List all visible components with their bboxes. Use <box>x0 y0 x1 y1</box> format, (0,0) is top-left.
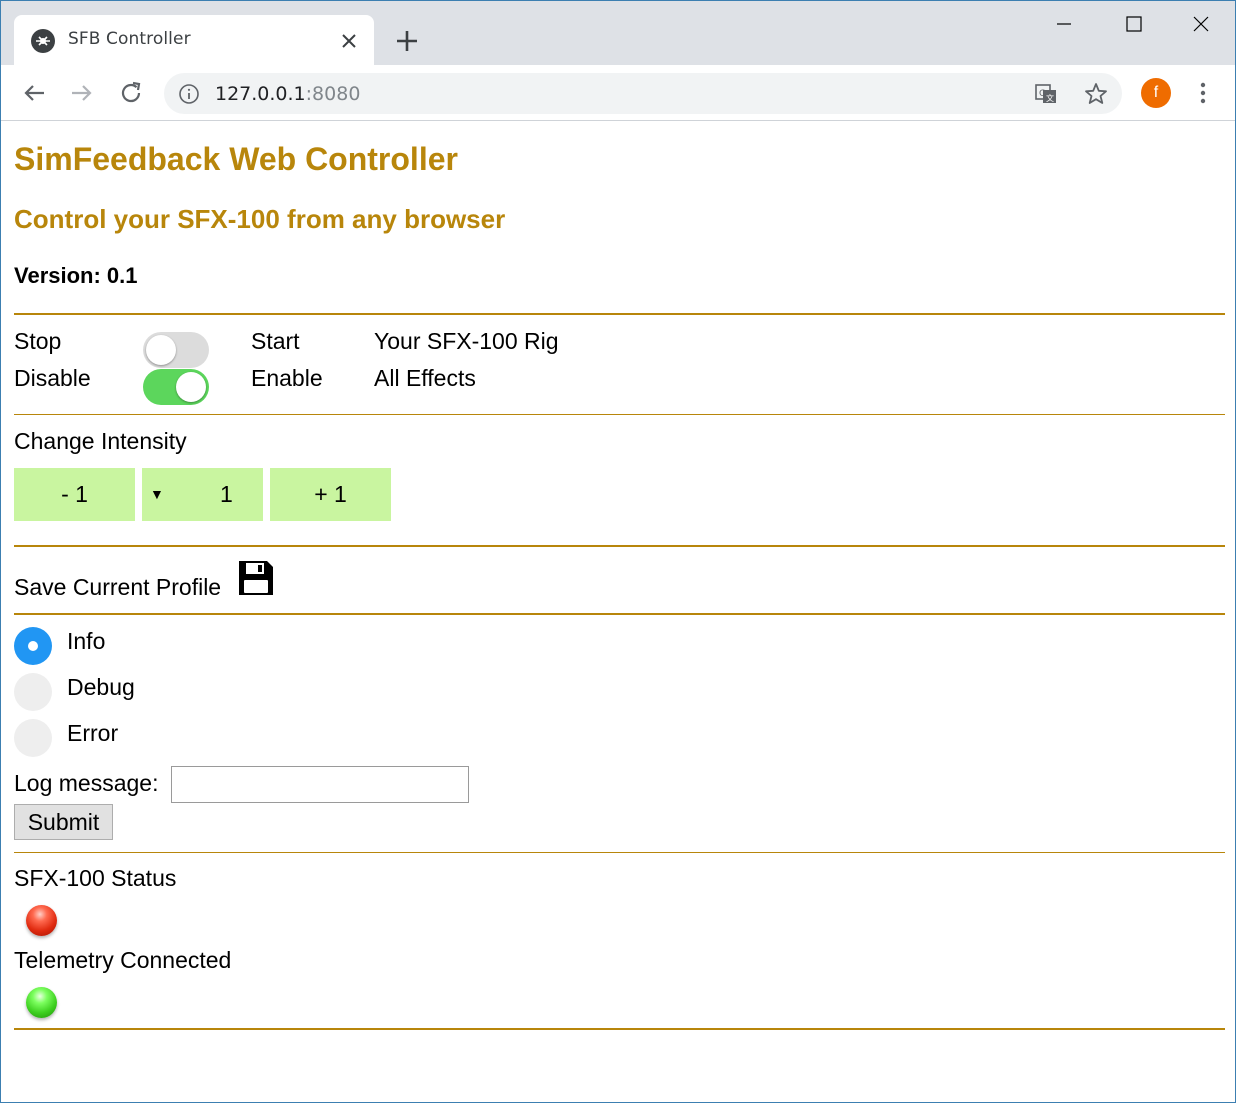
page-title: SimFeedback Web Controller <box>14 141 458 177</box>
url-port: :8080 <box>305 83 361 105</box>
minimize-icon[interactable] <box>1041 9 1087 39</box>
url-text: 127.0.0.1:8080 <box>215 83 360 105</box>
radio-info[interactable] <box>14 627 52 665</box>
radio-info-label: Info <box>67 628 106 654</box>
tab-close-icon[interactable] <box>336 28 362 54</box>
svg-text:文: 文 <box>1046 93 1054 103</box>
rig-start-label: Start <box>251 328 300 354</box>
maximize-icon[interactable] <box>1110 9 1156 39</box>
favicon-icon <box>31 29 55 53</box>
intensity-value: 1 <box>220 481 233 507</box>
bookmark-star-icon[interactable] <box>1083 81 1109 107</box>
divider <box>14 613 1225 615</box>
radio-debug-label: Debug <box>67 674 135 700</box>
profile-avatar[interactable]: f <box>1141 78 1171 108</box>
url-host: 127.0.0.1 <box>215 83 306 105</box>
intensity-increase-button[interactable]: + 1 <box>270 468 391 521</box>
intensity-label: Change Intensity <box>14 428 187 454</box>
sfx-status-label: SFX-100 Status <box>14 865 177 891</box>
divider <box>14 852 1225 853</box>
kebab-menu-icon[interactable] <box>1191 79 1215 107</box>
log-message-input[interactable] <box>171 766 469 803</box>
new-tab-icon[interactable] <box>391 25 423 57</box>
back-arrow-icon[interactable] <box>18 77 50 109</box>
browser-window: SFB Controller 127.0.0.1:8080 G 文 f SimF… <box>0 0 1236 1103</box>
rig-toggle[interactable] <box>143 332 209 368</box>
toggle-knob <box>146 335 176 365</box>
telemetry-label: Telemetry Connected <box>14 947 232 973</box>
log-message-label: Log message: <box>14 770 159 796</box>
divider <box>14 545 1225 547</box>
svg-text:G: G <box>1039 89 1046 99</box>
browser-toolbar: 127.0.0.1:8080 G文 f <box>1 65 1235 121</box>
telemetry-led <box>26 987 57 1018</box>
site-info-icon[interactable] <box>178 83 200 105</box>
effects-toggle[interactable] <box>143 369 209 405</box>
floppy-save-icon[interactable] <box>236 558 276 598</box>
sfx-status-led <box>26 905 57 936</box>
forward-arrow-icon[interactable] <box>66 77 98 109</box>
effects-enable-label: Enable <box>251 365 323 391</box>
version-label: Version: 0.1 <box>14 263 138 288</box>
tab-title: SFB Controller <box>68 29 191 49</box>
divider <box>14 1028 1225 1030</box>
intensity-decrease-button[interactable]: - 1 <box>14 468 135 521</box>
browser-tab-active[interactable]: SFB Controller <box>14 15 374 65</box>
divider <box>14 414 1225 415</box>
effects-disable-label: Disable <box>14 365 91 391</box>
rig-target-label: Your SFX-100 Rig <box>374 328 559 354</box>
divider <box>14 313 1225 315</box>
translate-icon[interactable]: G文 <box>1034 82 1058 106</box>
effects-target-label: All Effects <box>374 365 476 391</box>
intensity-select[interactable]: ▼ 1 <box>142 468 263 521</box>
rig-stop-label: Stop <box>14 328 62 354</box>
toggle-knob <box>176 372 206 402</box>
page-subtitle: Control your SFX-100 from any browser <box>14 204 506 234</box>
chevron-down-icon: ▼ <box>150 486 164 502</box>
tab-strip: SFB Controller <box>1 1 1235 65</box>
address-bar[interactable]: 127.0.0.1:8080 G文 <box>164 73 1122 114</box>
window-close-icon[interactable] <box>1178 9 1224 39</box>
submit-button[interactable]: Submit <box>14 804 113 840</box>
reload-icon[interactable] <box>115 77 147 109</box>
radio-debug[interactable] <box>14 673 52 711</box>
save-profile-label: Save Current Profile <box>14 574 222 600</box>
radio-error-label: Error <box>67 720 119 746</box>
radio-error[interactable] <box>14 719 52 757</box>
